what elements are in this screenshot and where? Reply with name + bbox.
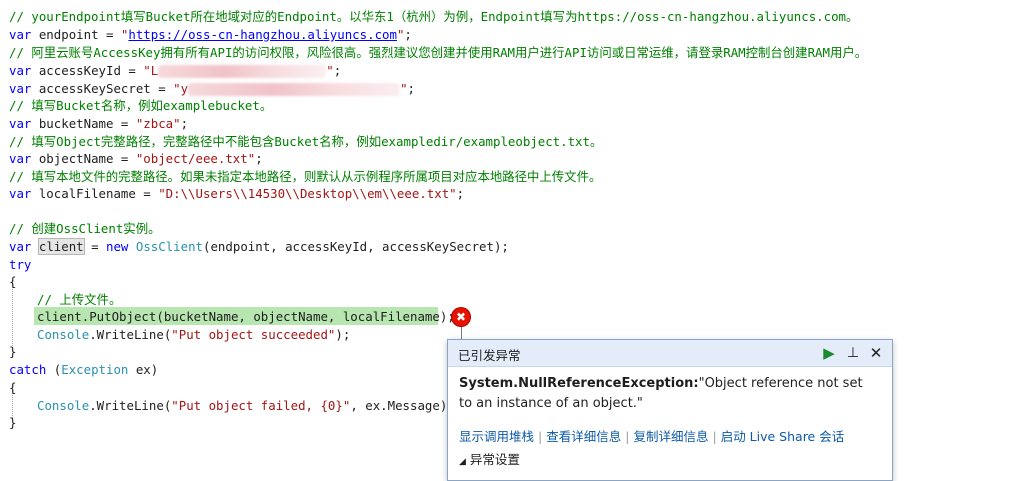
code-line: {	[9, 274, 17, 289]
exception-header: 已引发异常 ▶ ⊥ ✕	[448, 340, 892, 367]
code-line: // 上传文件。	[37, 292, 122, 307]
code-line: var localFilename = "D:\\Users\\14530\\D…	[9, 186, 465, 201]
code-line: var objectName = "object/eee.txt";	[9, 151, 263, 166]
pin-icon[interactable]: ⊥	[843, 343, 863, 363]
error-icon[interactable]: ✖	[452, 308, 470, 326]
continue-icon[interactable]: ▶	[819, 343, 839, 363]
code-line: // 填写Bucket名称，例如examplebucket。	[9, 98, 273, 113]
code-line: catch (Exception ex)	[9, 362, 159, 377]
code-line: var bucketName = "zbca";	[9, 116, 189, 131]
exception-helper-popup: 已引发异常 ▶ ⊥ ✕ System.NullReferenceExceptio…	[447, 339, 893, 481]
copy-details-link[interactable]: 复制详细信息	[633, 429, 708, 444]
code-line: // 填写Object完整路径，完整路径中不能包含Bucket名称，例如exam…	[9, 134, 603, 149]
code-line: }	[9, 415, 17, 430]
redacted-access-key-secret	[188, 83, 401, 96]
collapse-triangle-icon: ◢	[459, 457, 466, 467]
exception-settings-toggle[interactable]: ◢ 异常设置	[459, 449, 520, 468]
view-details-link[interactable]: 查看详细信息	[546, 429, 621, 444]
start-live-share-link[interactable]: 启动 Live Share 会话	[721, 429, 845, 444]
exception-message: System.NullReferenceException:"Object re…	[459, 374, 879, 414]
code-line: // 创建OssClient实例。	[9, 221, 161, 236]
code-line: var accessKeyId = "L ";	[9, 63, 342, 78]
code-line: var accessKeySecret = "y ";	[9, 81, 415, 96]
code-line: Console.WriteLine("Put object succeeded"…	[37, 327, 351, 342]
exception-type: System.NullReferenceException:	[459, 376, 699, 391]
show-call-stack-link[interactable]: 显示调用堆栈	[459, 429, 534, 444]
code-line: // 阿里云账号AccessKey拥有所有API的访问权限，风险很高。强烈建议您…	[9, 45, 868, 60]
code-line: {	[9, 380, 17, 395]
exception-title: 已引发异常	[458, 348, 521, 363]
code-line: var endpoint = "https://oss-cn-hangzhou.…	[9, 27, 412, 42]
code-line: try	[9, 257, 32, 272]
code-line: var client = new OssClient(endpoint, acc…	[9, 238, 509, 255]
client-variable-highlight[interactable]: client	[37, 238, 85, 255]
code-line: // yourEndpoint填写Bucket所在地域对应的Endpoint。以…	[9, 9, 859, 24]
code-line-current: client.PutObject(bucketName, objectName,…	[37, 309, 455, 324]
exception-settings-label: 异常设置	[469, 452, 520, 467]
code-line: }	[9, 344, 17, 359]
endpoint-url-link[interactable]: https://oss-cn-hangzhou.aliyuncs.com	[128, 27, 397, 42]
exception-actions: 显示调用堆栈 | 查看详细信息 | 复制详细信息 | 启动 Live Share 会话	[459, 429, 845, 444]
code-line: // 填写本地文件的完整路径。如果未指定本地路径，则默认从示例程序所属项目对应本…	[9, 169, 602, 184]
redacted-access-key-id	[158, 65, 327, 78]
close-icon[interactable]: ✕	[866, 343, 886, 363]
code-line: Console.WriteLine("Put object failed, {0…	[37, 398, 455, 413]
